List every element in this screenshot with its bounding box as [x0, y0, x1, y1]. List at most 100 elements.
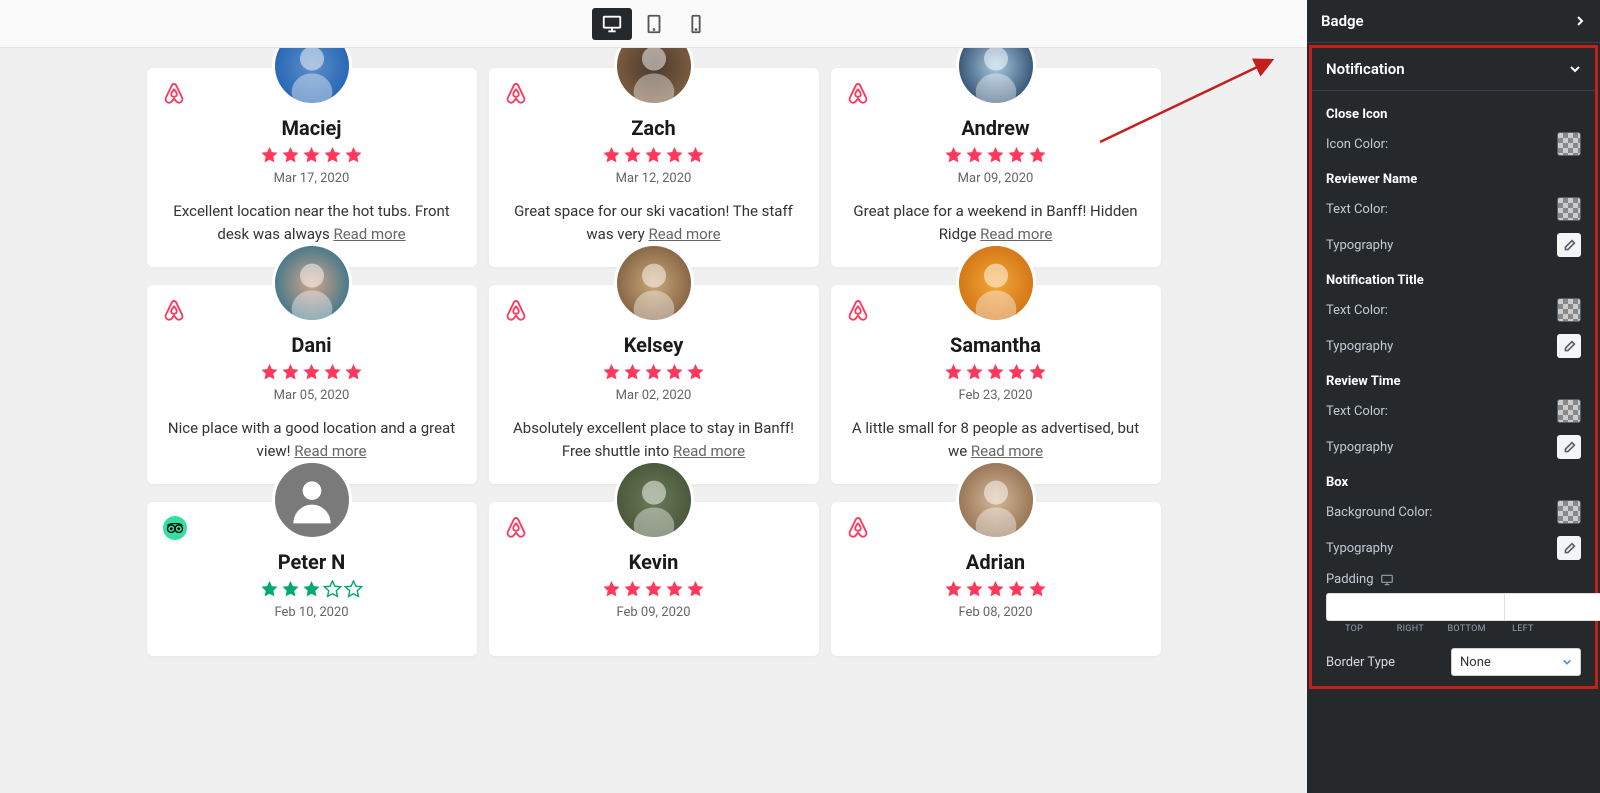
- notification-title-section-title: Notification Title: [1326, 273, 1581, 288]
- review-card: SamanthaFeb 23, 2020A little small for 8…: [831, 285, 1161, 484]
- star-icon: [344, 146, 363, 165]
- review-card: ZachMar 12, 2020Great space for our ski …: [489, 68, 819, 267]
- desktop-icon: [1380, 573, 1394, 587]
- star-icon: [260, 580, 279, 599]
- review-text: Excellent location near the hot tubs. Fr…: [165, 200, 459, 245]
- box-typography-button[interactable]: [1557, 536, 1581, 560]
- box-bg-color-swatch[interactable]: [1557, 500, 1581, 524]
- star-icon: [686, 363, 705, 382]
- star-icon: [686, 580, 705, 599]
- airbnb-icon: [505, 299, 527, 327]
- read-more-link[interactable]: Read more: [971, 442, 1043, 460]
- star-rating: [165, 146, 459, 165]
- reviewer-name: Maciej: [165, 116, 459, 140]
- padding-top-input[interactable]: [1326, 593, 1504, 621]
- notif-typography-button[interactable]: [1557, 334, 1581, 358]
- review-date: Mar 17, 2020: [165, 171, 459, 186]
- avatar: [614, 460, 694, 540]
- star-icon: [965, 363, 984, 382]
- avatar: [956, 48, 1036, 106]
- padding-right-input[interactable]: [1504, 593, 1600, 621]
- badge-panel-title: Badge: [1321, 12, 1364, 30]
- star-icon: [1028, 146, 1047, 165]
- box-section-title: Box: [1326, 475, 1581, 490]
- star-icon: [986, 580, 1005, 599]
- star-icon: [344, 580, 363, 599]
- review-date: Mar 05, 2020: [165, 388, 459, 403]
- avatar: [956, 243, 1036, 323]
- device-tablet-button[interactable]: [634, 8, 674, 40]
- star-rating: [165, 363, 459, 382]
- reviewer-typography-button[interactable]: [1557, 233, 1581, 257]
- device-desktop-button[interactable]: [592, 8, 632, 40]
- reviewer-text-color-label: Text Color:: [1326, 202, 1388, 217]
- star-icon: [665, 363, 684, 382]
- border-type-select[interactable]: None: [1451, 648, 1581, 676]
- star-icon: [602, 146, 621, 165]
- star-icon: [344, 363, 363, 382]
- border-type-label: Border Type: [1326, 655, 1395, 670]
- star-rating: [507, 363, 801, 382]
- padding-right-label: RIGHT: [1382, 624, 1438, 634]
- star-icon: [1007, 146, 1026, 165]
- star-icon: [302, 146, 321, 165]
- airbnb-icon: [163, 82, 185, 110]
- read-more-link[interactable]: Read more: [648, 225, 720, 243]
- star-rating: [849, 363, 1143, 382]
- time-text-color-swatch[interactable]: [1557, 399, 1581, 423]
- avatar: [272, 48, 352, 106]
- review-card: Maciej Mar 17, 2020 Excellent location nea…: [147, 68, 477, 267]
- star-icon: [665, 580, 684, 599]
- time-typography-button[interactable]: [1557, 435, 1581, 459]
- airbnb-icon: [505, 516, 527, 544]
- review-date: Feb 08, 2020: [849, 605, 1143, 620]
- review-card: DaniMar 05, 2020Nice place with a good l…: [147, 285, 477, 484]
- border-type-value: None: [1460, 655, 1491, 670]
- review-text: Great space for our ski vacation! The st…: [507, 200, 801, 245]
- star-rating: [507, 146, 801, 165]
- review-text: Nice place with a good location and a gr…: [165, 417, 459, 462]
- star-icon: [623, 363, 642, 382]
- review-text: A little small for 8 people as advertise…: [849, 417, 1143, 462]
- device-mobile-button[interactable]: [676, 8, 716, 40]
- badge-panel-header[interactable]: Badge: [1307, 0, 1600, 43]
- review-date: Feb 09, 2020: [507, 605, 801, 620]
- avatar: [956, 460, 1036, 540]
- star-icon: [281, 146, 300, 165]
- read-more-link[interactable]: Read more: [333, 225, 405, 243]
- padding-label: Padding: [1326, 572, 1374, 587]
- padding-top-label: TOP: [1326, 624, 1382, 634]
- read-more-link[interactable]: Read more: [980, 225, 1052, 243]
- star-icon: [944, 580, 963, 599]
- notif-text-color-swatch[interactable]: [1557, 298, 1581, 322]
- avatar: [272, 460, 352, 540]
- reviewer-text-color-swatch[interactable]: [1557, 197, 1581, 221]
- star-icon: [602, 363, 621, 382]
- read-more-link[interactable]: Read more: [673, 442, 745, 460]
- box-typography-label: Typography: [1326, 541, 1393, 556]
- icon-color-label: Icon Color:: [1326, 137, 1388, 152]
- star-icon: [323, 580, 342, 599]
- airbnb-icon: [847, 299, 869, 327]
- star-rating: [507, 580, 801, 599]
- reviewer-name-section-title: Reviewer Name: [1326, 172, 1581, 187]
- close-icon-section-title: Close Icon: [1326, 107, 1581, 122]
- notif-text-color-label: Text Color:: [1326, 303, 1388, 318]
- star-icon: [644, 580, 663, 599]
- icon-color-swatch[interactable]: [1557, 132, 1581, 156]
- star-icon: [260, 363, 279, 382]
- edit-icon: [1563, 542, 1576, 555]
- star-icon: [602, 580, 621, 599]
- read-more-link[interactable]: Read more: [294, 442, 366, 460]
- star-icon: [281, 363, 300, 382]
- star-icon: [965, 146, 984, 165]
- star-icon: [986, 146, 1005, 165]
- time-text-color-label: Text Color:: [1326, 404, 1388, 419]
- review-time-section-title: Review Time: [1326, 374, 1581, 389]
- star-icon: [644, 363, 663, 382]
- chevron-down-icon: [1569, 63, 1581, 75]
- star-icon: [260, 146, 279, 165]
- star-icon: [1007, 580, 1026, 599]
- reviewer-name: Kevin: [507, 550, 801, 574]
- notification-panel-header[interactable]: Notification: [1312, 48, 1595, 91]
